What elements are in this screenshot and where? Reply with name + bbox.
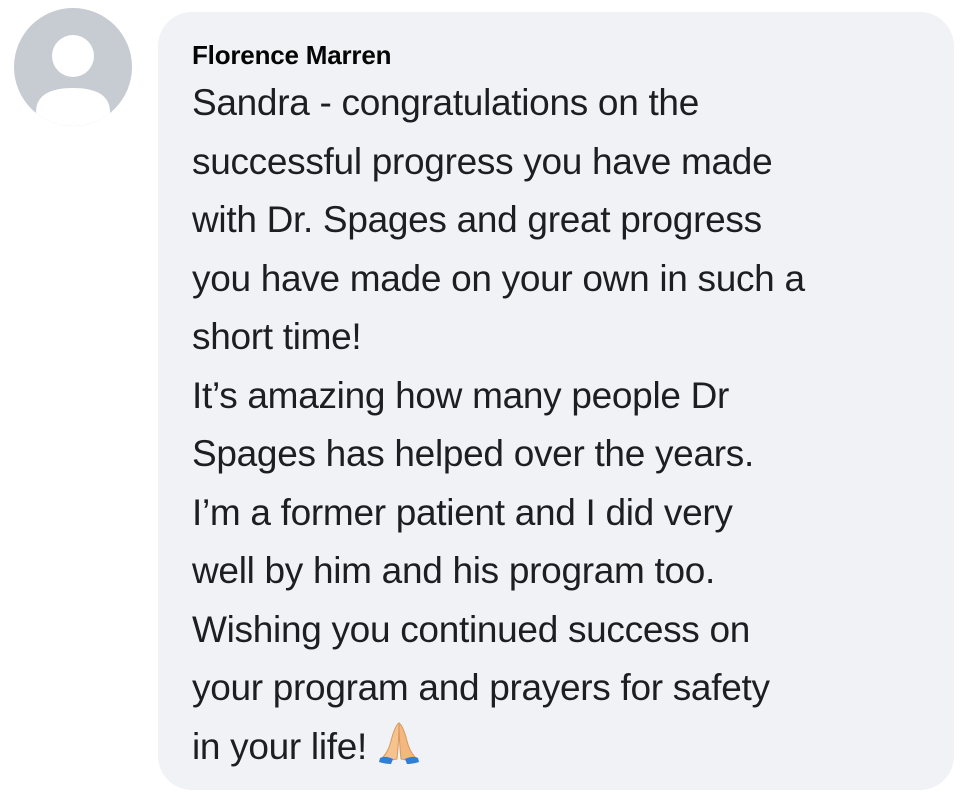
- comment-line: in your life!: [192, 725, 368, 767]
- comment-line: short time!: [192, 316, 362, 357]
- comment-line: your program and prayers for safety: [192, 667, 770, 708]
- comment-bubble: Florence Marren Sandra - congratulations…: [158, 12, 954, 790]
- comment-line: Wishing you continued success on: [192, 608, 751, 650]
- comment-line: successful progress you have made: [192, 140, 773, 182]
- comment-line: I’m a former patient and I did very: [192, 491, 733, 533]
- comment-line: It’s amazing how many people Dr: [192, 374, 730, 416]
- comment-line: Sandra - congratulations on the: [192, 82, 699, 123]
- default-profile-icon: [36, 35, 110, 126]
- avatar[interactable]: [14, 8, 132, 126]
- comment-line: with Dr. Spages and great progress: [192, 199, 762, 240]
- comment-last-line: in your life!: [192, 718, 934, 783]
- comment-line: Spages has helped over the years.: [192, 433, 754, 474]
- folded-hands-icon: [377, 719, 421, 783]
- comment: Florence Marren Sandra - congratulations…: [0, 0, 966, 800]
- comment-text: Sandra - congratulations on the successf…: [192, 74, 934, 782]
- author-name[interactable]: Florence Marren: [192, 38, 934, 72]
- comment-line: well by him and his program too.: [192, 550, 716, 591]
- comment-line: you have made on your own in such a: [192, 257, 805, 299]
